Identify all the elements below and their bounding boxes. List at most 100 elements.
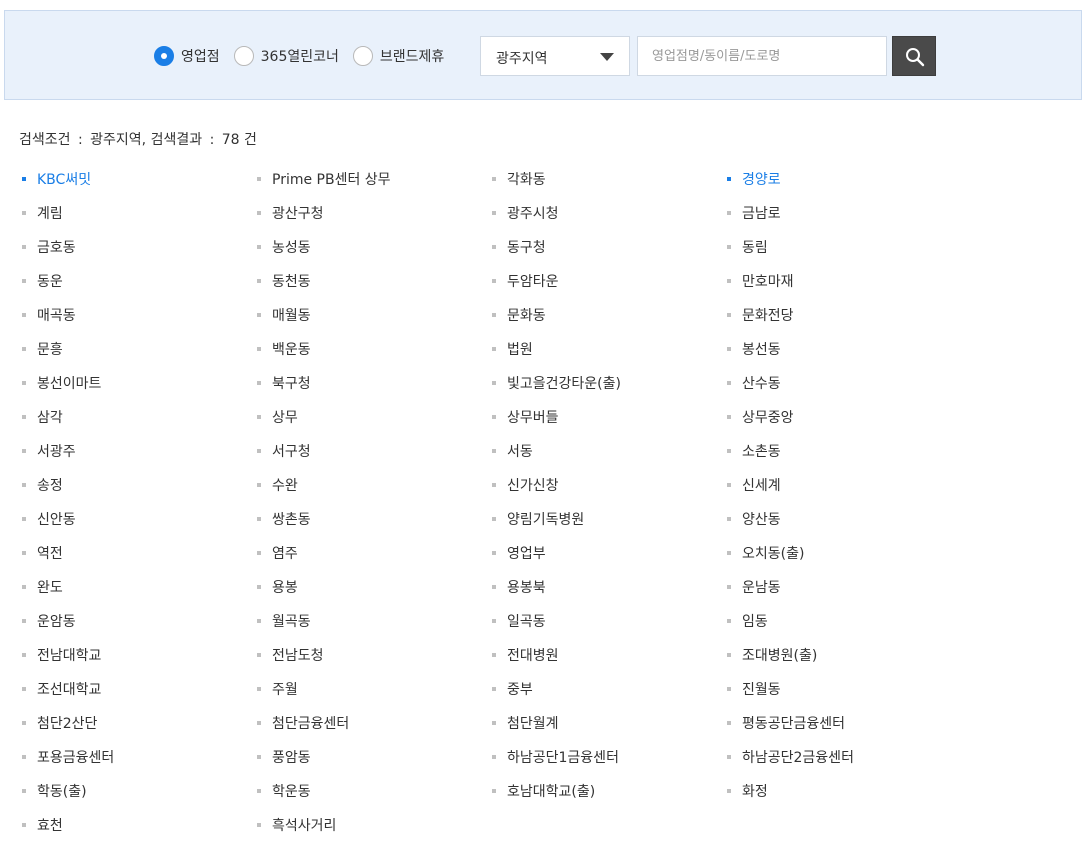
branch-item[interactable]: KBC써밋 xyxy=(22,164,91,194)
branch-item[interactable]: 흑석사거리 xyxy=(257,810,336,840)
bullet-icon xyxy=(492,755,496,759)
branch-item[interactable]: 중부 xyxy=(492,674,533,704)
branch-item[interactable]: 영업부 xyxy=(492,538,546,568)
branch-item[interactable]: 소촌동 xyxy=(727,436,781,466)
branch-item[interactable]: 금남로 xyxy=(727,198,781,228)
branch-item[interactable]: 봉선동 xyxy=(727,334,781,364)
branch-item[interactable]: 첨단월계 xyxy=(492,708,559,738)
branch-item[interactable]: 신안동 xyxy=(22,504,76,534)
branch-item[interactable]: 동운 xyxy=(22,266,63,296)
branch-item[interactable]: 역전 xyxy=(22,538,63,568)
radio-circle-icon xyxy=(233,46,254,66)
branch-label: 산수동 xyxy=(742,376,781,392)
branch-item[interactable]: 서광주 xyxy=(22,436,76,466)
branch-item[interactable]: 화정 xyxy=(727,776,768,806)
branch-item[interactable]: 학동(출) xyxy=(22,776,87,806)
bullet-icon xyxy=(727,721,731,725)
search-button[interactable] xyxy=(892,36,936,76)
branch-item[interactable]: 만호마재 xyxy=(727,266,794,296)
branch-item[interactable]: 수완 xyxy=(257,470,298,500)
branch-item[interactable]: 각화동 xyxy=(492,164,546,194)
branch-item[interactable]: 문화동 xyxy=(492,300,546,330)
radio-brand-partner[interactable]: 브랜드제휴 xyxy=(352,46,444,66)
branch-item[interactable]: 오치동(출) xyxy=(727,538,804,568)
branch-item[interactable]: 매곡동 xyxy=(22,300,76,330)
branch-item[interactable]: 광주시청 xyxy=(492,198,559,228)
bullet-icon xyxy=(492,789,496,793)
branch-item[interactable]: 서구청 xyxy=(257,436,311,466)
region-select[interactable]: 광주지역 xyxy=(480,36,630,76)
branch-item[interactable]: 양산동 xyxy=(727,504,781,534)
branch-item[interactable]: 신가신창 xyxy=(492,470,559,500)
branch-item[interactable]: 호남대학교(출) xyxy=(492,776,595,806)
branch-item[interactable]: 법원 xyxy=(492,334,533,364)
branch-item[interactable]: 문화전당 xyxy=(727,300,794,330)
branch-item[interactable]: 효천 xyxy=(22,810,63,840)
bullet-icon xyxy=(492,313,496,317)
branch-label: 문화전당 xyxy=(742,308,794,324)
branch-item[interactable]: 용봉북 xyxy=(492,572,546,602)
branch-item[interactable]: 두암타운 xyxy=(492,266,559,296)
branch-item[interactable]: 매월동 xyxy=(257,300,311,330)
branch-item[interactable]: 동림 xyxy=(727,232,768,262)
branch-item[interactable]: 하남공단2금융센터 xyxy=(727,742,854,772)
branch-item[interactable]: 북구청 xyxy=(257,368,311,398)
branch-label: 각화동 xyxy=(507,172,546,188)
branch-item[interactable]: 상무버들 xyxy=(492,402,559,432)
branch-item[interactable]: 포용금융센터 xyxy=(22,742,114,772)
radio-branch[interactable]: 영업점 xyxy=(154,46,220,66)
branch-item[interactable]: 첨단2산단 xyxy=(22,708,97,738)
branch-item[interactable]: 학운동 xyxy=(257,776,311,806)
branch-item[interactable]: 염주 xyxy=(257,538,298,568)
branch-item[interactable]: 조선대학교 xyxy=(22,674,101,704)
branch-item[interactable]: 계림 xyxy=(22,198,63,228)
search-type-radio-group: 영업점 365열린코너 브랜드제휴 xyxy=(154,43,458,69)
branch-item[interactable]: Prime PB센터 상무 xyxy=(257,164,391,194)
branch-item[interactable]: 서동 xyxy=(492,436,533,466)
branch-item[interactable]: 운암동 xyxy=(22,606,76,636)
branch-item[interactable]: 첨단금융센터 xyxy=(257,708,349,738)
branch-item[interactable]: 동천동 xyxy=(257,266,311,296)
branch-item[interactable]: 송정 xyxy=(22,470,63,500)
branch-item[interactable]: 상무중앙 xyxy=(727,402,794,432)
branch-item[interactable]: 임동 xyxy=(727,606,768,636)
branch-item[interactable]: 월곡동 xyxy=(257,606,311,636)
bullet-icon xyxy=(22,415,26,419)
branch-item[interactable]: 주월 xyxy=(257,674,298,704)
branch-item[interactable]: 양림기독병원 xyxy=(492,504,584,534)
branch-item[interactable]: 풍암동 xyxy=(257,742,311,772)
bullet-icon xyxy=(257,347,261,351)
branch-item[interactable]: 진월동 xyxy=(727,674,781,704)
radio-365-corner[interactable]: 365열린코너 xyxy=(233,46,339,66)
branch-item[interactable]: 문흥 xyxy=(22,334,63,364)
search-input[interactable] xyxy=(637,36,887,76)
branch-item[interactable]: 전남도청 xyxy=(257,640,324,670)
branch-item[interactable]: 상무 xyxy=(257,402,298,432)
branch-item[interactable]: 백운동 xyxy=(257,334,311,364)
branch-item[interactable]: 금호동 xyxy=(22,232,76,262)
branch-item[interactable]: 완도 xyxy=(22,572,63,602)
branch-item[interactable]: 광산구청 xyxy=(257,198,324,228)
branch-label: 문흥 xyxy=(37,342,63,358)
branch-item[interactable]: 빛고을건강타운(출) xyxy=(492,368,621,398)
branch-item[interactable]: 전남대학교 xyxy=(22,640,101,670)
bullet-icon xyxy=(727,245,731,249)
branch-item[interactable]: 하남공단1금융센터 xyxy=(492,742,619,772)
branch-item[interactable]: 조대병원(출) xyxy=(727,640,817,670)
branch-item[interactable]: 산수동 xyxy=(727,368,781,398)
branch-item[interactable]: 경양로 xyxy=(727,164,781,194)
branch-item[interactable]: 전대병원 xyxy=(492,640,559,670)
branch-item[interactable]: 쌍촌동 xyxy=(257,504,311,534)
branch-item[interactable]: 용봉 xyxy=(257,572,298,602)
branch-item[interactable]: 신세계 xyxy=(727,470,781,500)
branch-item[interactable]: 삼각 xyxy=(22,402,63,432)
branch-item[interactable]: 봉선이마트 xyxy=(22,368,101,398)
branch-item[interactable]: 평동공단금융센터 xyxy=(727,708,845,738)
branch-item[interactable]: 운남동 xyxy=(727,572,781,602)
bullet-icon xyxy=(257,551,261,555)
branch-item[interactable]: 농성동 xyxy=(257,232,311,262)
branch-item[interactable]: 동구청 xyxy=(492,232,546,262)
bullet-icon xyxy=(22,347,26,351)
branch-item[interactable]: 일곡동 xyxy=(492,606,546,636)
bullet-icon xyxy=(22,619,26,623)
